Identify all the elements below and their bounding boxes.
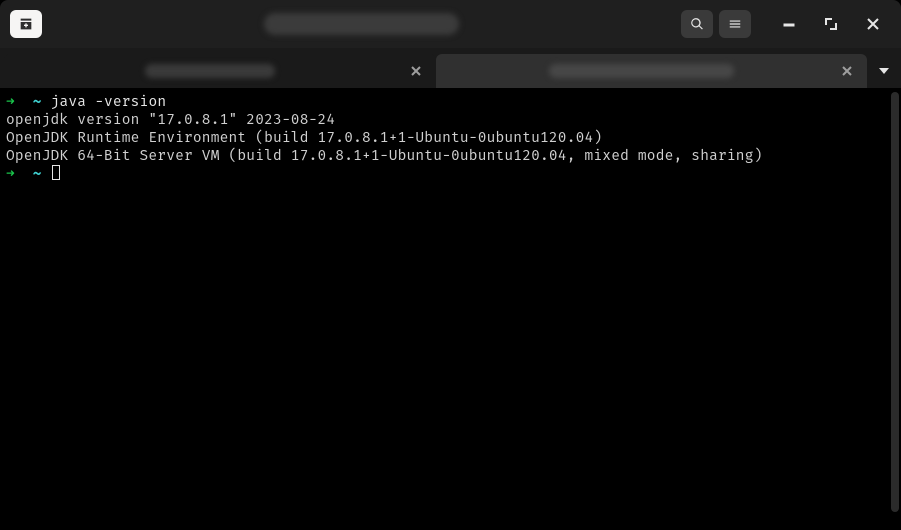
close-icon: [842, 66, 852, 76]
close-icon: [867, 18, 879, 30]
scrollbar[interactable]: [891, 92, 899, 512]
minimize-icon: [783, 18, 795, 30]
output-line: OpenJDK 64-Bit Server VM (build 17.0.8.1…: [6, 146, 763, 164]
titlebar: [0, 0, 901, 48]
window-title-blurred: [264, 13, 459, 35]
tab-2-title-blurred: [549, 64, 734, 78]
maximize-button[interactable]: [813, 10, 849, 38]
minimize-button[interactable]: [771, 10, 807, 38]
tab-1[interactable]: [4, 54, 436, 88]
hamburger-icon: [728, 17, 742, 31]
text-cursor: [52, 165, 60, 180]
hamburger-menu-button[interactable]: [719, 10, 751, 38]
search-icon: [690, 17, 704, 31]
tab-1-title-blurred: [145, 64, 275, 78]
output-line: openjdk version "17.0.8.1" 2023-08-24: [6, 110, 335, 128]
terminal-area[interactable]: ➜ ~ java -version openjdk version "17.0.…: [0, 88, 901, 530]
tab-bar: [0, 48, 901, 88]
titlebar-right-controls: [681, 10, 891, 38]
close-icon: [411, 66, 421, 76]
prompt-path: ~: [33, 164, 42, 182]
tab-1-close-button[interactable]: [406, 61, 426, 81]
chevron-down-icon: [879, 66, 889, 76]
search-button[interactable]: [681, 10, 713, 38]
prompt-arrow: ➜: [6, 92, 15, 110]
output-line: OpenJDK Runtime Environment (build 17.0.…: [6, 128, 602, 146]
prompt-path: ~: [33, 92, 42, 110]
prompt-arrow: ➜: [6, 164, 15, 182]
new-tab-icon: [18, 16, 34, 32]
window-title-area: [42, 13, 681, 35]
maximize-icon: [825, 18, 837, 30]
command-text: java -version: [51, 92, 167, 110]
tabs-dropdown-button[interactable]: [867, 54, 901, 88]
terminal-output: ➜ ~ java -version openjdk version "17.0.…: [0, 88, 901, 186]
close-window-button[interactable]: [855, 10, 891, 38]
tab-2-close-button[interactable]: [837, 61, 857, 81]
terminal-window: ➜ ~ java -version openjdk version "17.0.…: [0, 0, 901, 530]
new-tab-button[interactable]: [10, 10, 42, 38]
tab-2[interactable]: [436, 54, 868, 88]
